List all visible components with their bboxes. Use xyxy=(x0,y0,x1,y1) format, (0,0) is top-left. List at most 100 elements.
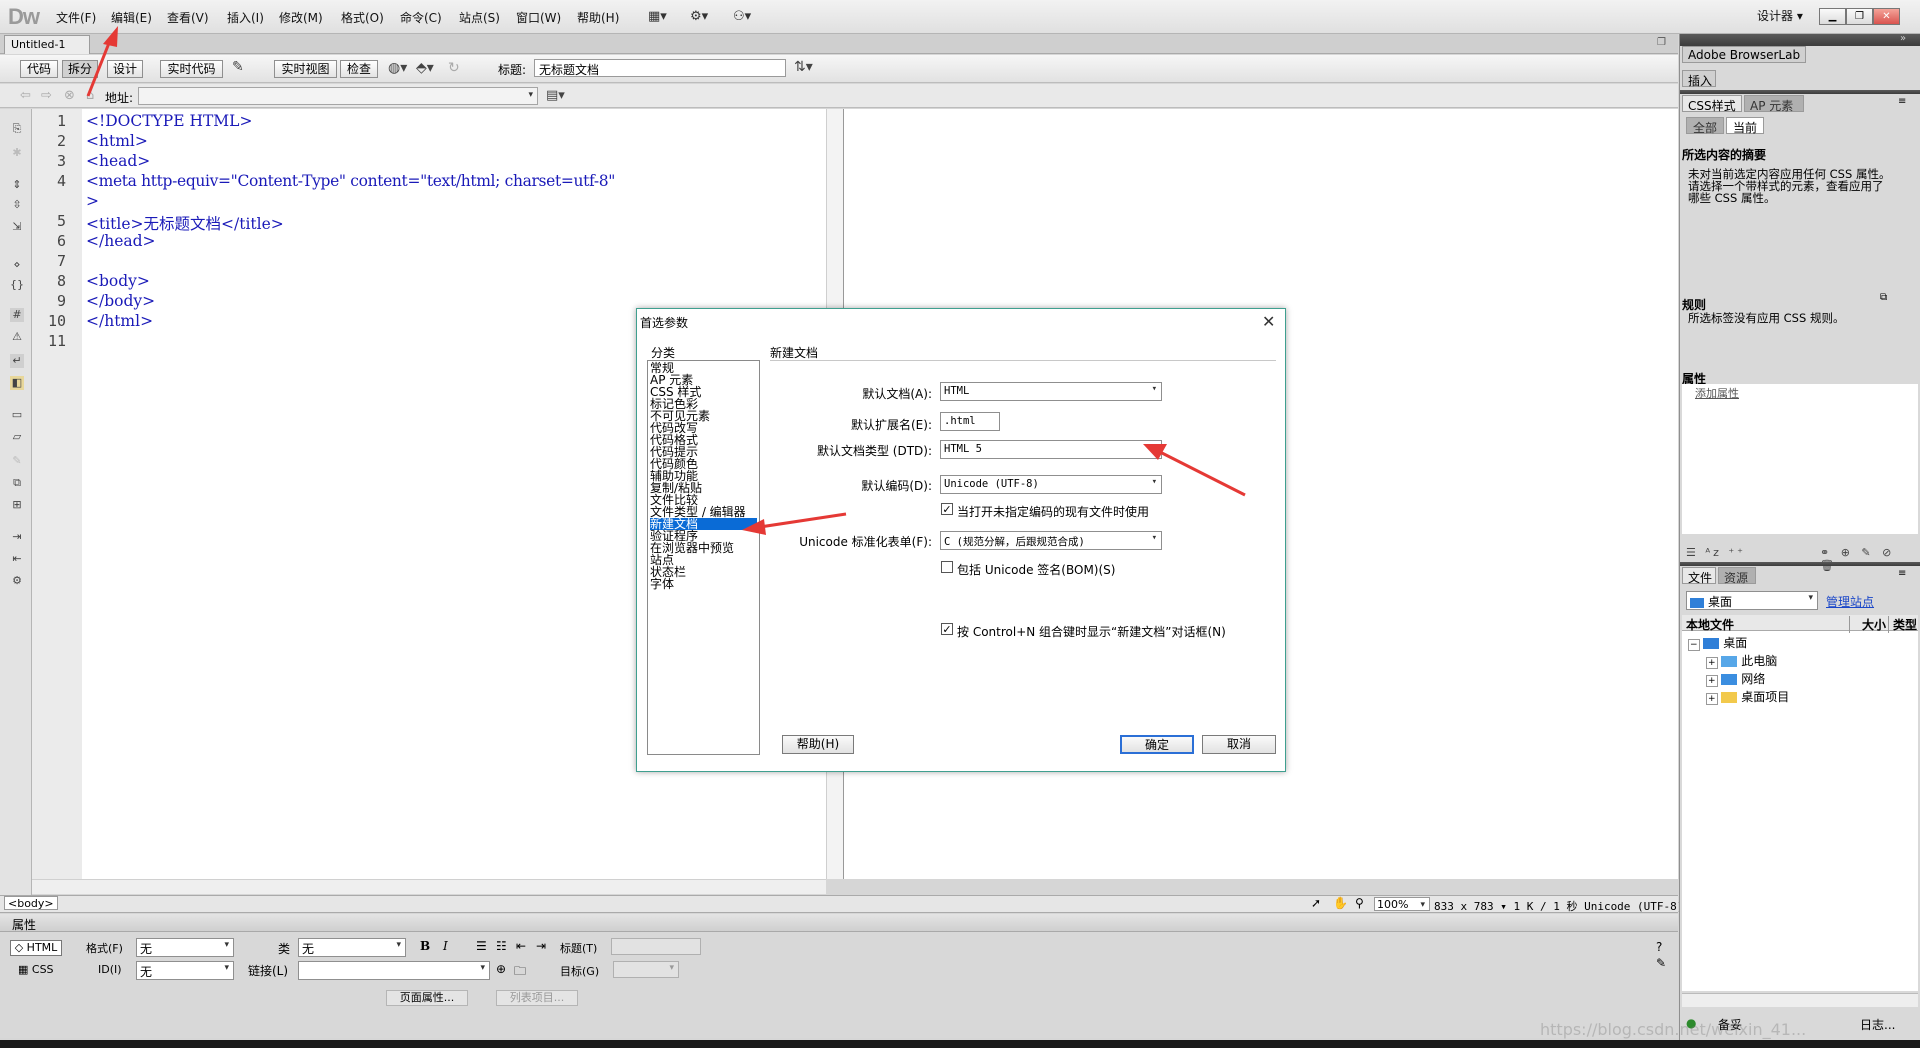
insert-tab[interactable]: 插入 xyxy=(1682,70,1716,88)
html-mode-button[interactable]: ◇ HTML xyxy=(10,940,62,956)
panel-menu-icon[interactable]: ≡ xyxy=(1898,96,1906,107)
forward-icon[interactable]: ⇨ xyxy=(41,88,52,103)
all-button[interactable]: 全部 xyxy=(1686,117,1724,135)
code-line[interactable]: > xyxy=(86,192,99,210)
refresh-icon[interactable]: ↻ xyxy=(448,60,460,76)
outdent-icon[interactable]: ⇤ xyxy=(10,552,24,566)
menu-format[interactable]: 格式(O) xyxy=(341,9,384,26)
ap-elements-tab[interactable]: AP 元素 xyxy=(1744,95,1804,113)
inspect-button[interactable]: 检查 xyxy=(340,60,378,78)
add-property-link[interactable]: 添加属性 xyxy=(1695,385,1739,401)
browse-folder-icon[interactable]: 🗀 xyxy=(514,962,526,983)
ctrl-n-checkbox[interactable]: ✓ xyxy=(941,623,953,635)
panel-menu-icon[interactable]: ≡ xyxy=(1898,568,1906,579)
help-icon[interactable]: ? xyxy=(1656,940,1662,954)
tag-selector[interactable]: <body> xyxy=(4,896,58,910)
move-css-icon[interactable]: ⊞ xyxy=(10,498,24,512)
expand-all-icon[interactable]: ⇲ xyxy=(10,220,24,234)
files-tab[interactable]: 文件 xyxy=(1682,567,1716,585)
layout-icon[interactable]: ▦▾ xyxy=(648,9,667,24)
open-documents-icon[interactable]: ⎘ xyxy=(10,122,24,136)
menu-edit[interactable]: 编辑(E) xyxy=(111,9,152,26)
menu-file[interactable]: 文件(F) xyxy=(56,9,96,26)
tree-item-network[interactable]: + 网络 xyxy=(1706,670,1765,687)
use-encoding-checkbox[interactable]: ✓ xyxy=(941,503,953,515)
tree-item-desktop[interactable]: − 桌面 xyxy=(1688,634,1747,651)
bom-checkbox[interactable] xyxy=(941,561,953,573)
code-line[interactable]: </head> xyxy=(86,232,156,250)
wrap-tag-icon[interactable]: ✎ xyxy=(10,454,24,468)
link-input[interactable]: ▾ xyxy=(298,961,490,980)
chevron-down-icon[interactable]: ▾ xyxy=(528,90,533,100)
live-code-button[interactable]: 实时代码 xyxy=(160,60,223,78)
target-select[interactable]: ▾ xyxy=(613,961,679,978)
log-button[interactable]: 日志... xyxy=(1860,1016,1895,1033)
menu-help[interactable]: 帮助(H) xyxy=(577,9,619,26)
code-line[interactable]: </html> xyxy=(86,312,153,330)
menu-commands[interactable]: 命令(C) xyxy=(400,9,442,26)
list-item-button[interactable]: 列表项目... xyxy=(496,990,578,1006)
css-mode-button[interactable]: ▦ CSS xyxy=(18,963,54,976)
indent-icon[interactable]: ⇥ xyxy=(10,530,24,544)
category-item[interactable]: 字体 xyxy=(650,578,674,590)
menu-window[interactable]: 窗口(W) xyxy=(516,9,561,26)
recent-snippets-icon[interactable]: ⧉ xyxy=(10,476,24,490)
document-tab[interactable]: Untitled-1 × xyxy=(4,35,90,64)
code-line[interactable]: <head> xyxy=(86,152,150,170)
code-line[interactable]: <!DOCTYPE HTML> xyxy=(86,112,252,130)
select-parent-tag-icon[interactable]: ⋄ xyxy=(10,258,24,272)
collapse-icon[interactable]: » xyxy=(1900,33,1906,44)
restore-button[interactable]: ❐ xyxy=(1846,8,1873,25)
restore-doc-icon[interactable]: ❐ xyxy=(1657,37,1666,48)
about-icon[interactable]: ⧉ xyxy=(1880,292,1887,303)
back-icon[interactable]: ⇦ xyxy=(20,88,31,103)
format-select[interactable]: 无 ▾ xyxy=(136,938,234,957)
live-view-button[interactable]: 实时视图 xyxy=(274,60,337,78)
local-files-column[interactable]: 本地文件 xyxy=(1686,616,1734,633)
code-line[interactable]: <html> xyxy=(86,132,148,150)
menu-site[interactable]: 站点(S) xyxy=(459,9,500,26)
default-dtd-select[interactable]: HTML 5 ▾ xyxy=(940,440,1162,459)
syntax-coloring-icon[interactable]: ◧ xyxy=(10,376,24,390)
word-wrap-icon[interactable]: ↵ xyxy=(10,354,24,368)
default-document-select[interactable]: HTML ▾ xyxy=(940,382,1162,401)
file-management-icon[interactable]: ⇅▾ xyxy=(794,59,813,75)
select-tool-icon[interactable]: ➚ xyxy=(1311,896,1321,910)
code-line[interactable]: <meta http-equiv="Content-Type" content=… xyxy=(86,172,615,190)
quick-tag-editor-icon[interactable]: ✎ xyxy=(1656,956,1666,970)
close-icon[interactable]: ✕ xyxy=(1262,312,1275,331)
code-horizontal-scrollbar[interactable] xyxy=(32,879,826,894)
indent-icon[interactable]: ⇥ xyxy=(536,939,546,953)
css-styles-tab[interactable]: CSS样式 xyxy=(1682,95,1742,113)
balance-braces-icon[interactable]: {} xyxy=(10,278,24,292)
zoom-select[interactable]: 100% ▾ xyxy=(1374,897,1430,911)
code-line[interactable]: <body> xyxy=(86,272,150,290)
title-input[interactable]: 无标题文档 xyxy=(534,59,786,77)
gear-icon[interactable]: ⚙▾ xyxy=(690,9,708,24)
split-view-button[interactable]: 拆分 xyxy=(62,60,98,78)
home-icon[interactable]: ⌂ xyxy=(86,88,94,103)
minimize-button[interactable]: ▁ xyxy=(1819,8,1846,25)
default-extension-input[interactable]: .html xyxy=(940,412,1000,431)
apply-comment-icon[interactable]: ▭ xyxy=(10,408,24,422)
default-encoding-select[interactable]: Unicode (UTF-8) ▾ xyxy=(940,475,1162,494)
stop-icon[interactable]: ⊗ xyxy=(64,88,75,103)
collapse-tag-icon[interactable]: ⇕ xyxy=(10,178,24,192)
size-column[interactable]: 大小 xyxy=(1849,616,1886,633)
design-view-button[interactable]: 设计 xyxy=(107,60,143,78)
unicode-normalization-select[interactable]: C (规范分解，后跟规范合成) ▾ xyxy=(940,531,1162,550)
highlight-invalid-icon[interactable]: ⚠ xyxy=(10,330,24,344)
type-column[interactable]: 类型 xyxy=(1888,616,1918,633)
tree-item-this-pc[interactable]: + 此电脑 xyxy=(1706,652,1777,669)
file-tree-hscroll[interactable] xyxy=(1682,993,1918,1007)
show-code-navigator-icon[interactable]: ✱ xyxy=(10,146,24,160)
collapse-selection-icon[interactable]: ⇳ xyxy=(10,198,24,212)
assets-tab[interactable]: 资源 xyxy=(1718,567,1756,585)
help-button[interactable]: 帮助(H) xyxy=(782,735,854,754)
code-view-button[interactable]: 代码 xyxy=(20,60,58,78)
browse-icon[interactable]: ▤▾ xyxy=(546,88,565,103)
current-button[interactable]: 当前 xyxy=(1726,117,1764,135)
id-select[interactable]: 无 ▾ xyxy=(136,961,234,980)
tree-item-desktop-items[interactable]: + 桌面项目 xyxy=(1706,688,1789,705)
manage-sites-link[interactable]: 管理站点 xyxy=(1826,593,1874,610)
